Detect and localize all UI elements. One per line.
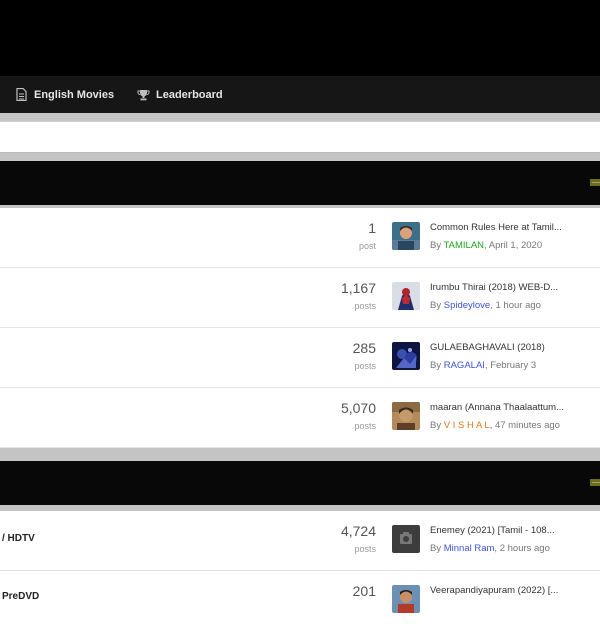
author-link[interactable]: RAGALAI	[444, 360, 485, 371]
post-time: , February 3	[484, 360, 537, 371]
post-count: 1,167	[340, 280, 376, 296]
post-count: 1	[368, 220, 376, 236]
forum-row[interactable]: 1 post Common Rules Here at Tamil... By …	[0, 208, 600, 268]
author-link[interactable]: Minnal Ram	[444, 543, 495, 554]
forum-list: / HDTV 4,724 posts Enemey (2021) [Tamil …	[0, 511, 600, 630]
forum-row[interactable]: PreDVD 201 Veerapandiyapuram (2022) [...	[0, 571, 600, 630]
last-post-title[interactable]: Common Rules Here at Tamil...	[430, 222, 600, 233]
avatar[interactable]	[392, 342, 420, 370]
last-post-title[interactable]: maaran (Annana Thaalaattum...	[430, 402, 600, 413]
last-post-title[interactable]: Enemey (2021) [Tamil - 108...	[430, 525, 600, 536]
avatar[interactable]	[392, 585, 420, 613]
last-post-byline: By TAMILAN, April 1, 2020	[430, 240, 542, 251]
last-post-title[interactable]: GULAEBAGHAVALI (2018)	[430, 342, 600, 353]
collapse-toggle-icon[interactable]	[590, 179, 600, 186]
post-count-unit: posts	[354, 421, 376, 431]
by-label: By	[430, 300, 442, 311]
author-link[interactable]: V I S H A L	[444, 420, 490, 431]
post-time: , 47 minutes ago	[489, 420, 560, 431]
avatar[interactable]	[392, 282, 420, 310]
post-count-unit: post	[358, 241, 376, 251]
last-post-title[interactable]: Irumbu Thirai (2018) WEB-D...	[430, 282, 600, 293]
post-count: 285	[352, 340, 376, 356]
collapse-toggle-icon[interactable]	[590, 479, 600, 486]
author-link[interactable]: TAMILAN	[444, 240, 484, 251]
last-post-byline: By Minnal Ram, 2 hours ago	[430, 543, 550, 554]
by-label: By	[430, 420, 442, 431]
forum-row[interactable]: 5,070 posts maaran (Annana Thaalaattum..…	[0, 388, 600, 448]
forum-category-header[interactable]	[0, 161, 600, 205]
last-post-title[interactable]: Veerapandiyapuram (2022) [...	[430, 585, 600, 596]
post-count: 4,724	[340, 523, 376, 539]
post-count-unit: posts	[354, 544, 376, 554]
post-time: , April 1, 2020	[484, 240, 543, 251]
last-post-byline: By Spideylove, 1 hour ago	[430, 300, 541, 311]
forum-row[interactable]: 1,167 posts Irumbu Thirai (2018) WEB-D..…	[0, 268, 600, 328]
forum-row[interactable]: / HDTV 4,724 posts Enemey (2021) [Tamil …	[0, 511, 600, 571]
forum-category-header[interactable]	[0, 461, 600, 505]
by-label: By	[430, 360, 442, 371]
trophy-icon	[136, 88, 150, 102]
forum-row[interactable]: 285 posts GULAEBAGHAVALI (2018) By RAGAL…	[0, 328, 600, 388]
post-time: , 2 hours ago	[494, 543, 550, 554]
post-count-unit: posts	[354, 361, 376, 371]
avatar[interactable]	[392, 525, 420, 553]
post-count-unit: posts	[354, 301, 376, 311]
author-link[interactable]: Spideylove	[444, 300, 490, 311]
document-icon	[14, 88, 28, 102]
nav-leaderboard[interactable]: Leaderboard	[136, 76, 223, 113]
nav-item-label: English Movies	[34, 88, 115, 101]
top-banner	[0, 0, 600, 76]
forum-list: 1 post Common Rules Here at Tamil... By …	[0, 208, 600, 448]
post-time: , 1 hour ago	[490, 300, 541, 311]
search-bar[interactable]	[0, 121, 600, 153]
by-label: By	[430, 240, 442, 251]
last-post-byline: By V I S H A L, 47 minutes ago	[430, 420, 560, 431]
nav-english-movies[interactable]: English Movies	[14, 76, 114, 113]
post-count: 5,070	[340, 400, 376, 416]
avatar[interactable]	[392, 222, 420, 250]
post-count: 201	[352, 583, 376, 599]
last-post-byline: By RAGALAI, February 3	[430, 360, 536, 371]
nav-item-label: Leaderboard	[156, 88, 223, 101]
main-nav: English Movies Leaderboard	[0, 76, 600, 113]
avatar[interactable]	[392, 402, 420, 430]
forum-title[interactable]: / HDTV	[2, 533, 35, 544]
by-label: By	[430, 543, 442, 554]
forum-title[interactable]: PreDVD	[2, 591, 39, 602]
